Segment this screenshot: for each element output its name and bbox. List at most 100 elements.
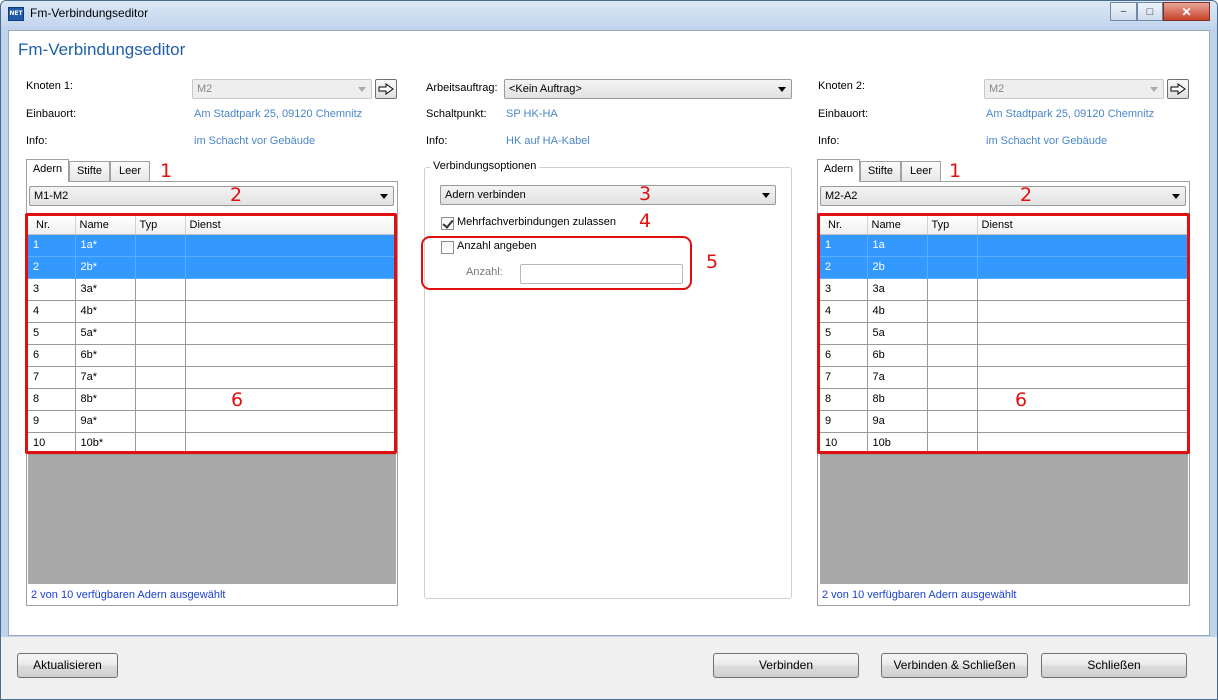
table-row[interactable]: 5 5a (820, 322, 1188, 345)
maximize-button[interactable]: □ (1137, 2, 1163, 21)
info-mid-value[interactable]: HK auf HA-Kabel (506, 135, 590, 147)
cell-nr: 8 (820, 388, 868, 411)
table-row[interactable]: 10 10b (820, 432, 1188, 455)
cell-typ (135, 322, 186, 345)
cell-dienst (185, 322, 396, 345)
table-row[interactable]: 10 10b* (28, 432, 396, 455)
table-row[interactable]: 4 4b* (28, 300, 396, 323)
table-row[interactable]: 4 4b (820, 300, 1188, 323)
table-row[interactable]: 9 9a (820, 410, 1188, 433)
knoten1-value: M2 (197, 83, 213, 95)
info2-value[interactable]: im Schacht vor Gebäude (986, 135, 1107, 147)
schliessen-button[interactable]: Schließen (1041, 653, 1187, 678)
cell-typ (927, 234, 978, 257)
annotation-5: 5 (706, 251, 719, 273)
schaltpunkt-value[interactable]: SP HK-HA (506, 108, 558, 120)
cell-dienst (977, 366, 1188, 389)
title-bar[interactable]: NET Fm-Verbindungseditor – □ ✕ (1, 1, 1217, 27)
close-button[interactable]: ✕ (1163, 2, 1210, 21)
mehrfach-checkbox[interactable] (441, 217, 454, 230)
table-row[interactable]: 6 6b (820, 344, 1188, 367)
left-cable-select[interactable]: M1-M2 (29, 186, 394, 206)
table-row[interactable]: 7 7a* (28, 366, 396, 389)
col-typ[interactable]: Typ (927, 216, 978, 235)
right-cable-value: M2-A2 (825, 190, 858, 202)
table-row[interactable]: 5 5a* (28, 322, 396, 345)
cell-name: 8b* (75, 388, 136, 411)
col-nr[interactable]: Nr. (28, 216, 76, 235)
cell-dienst (977, 322, 1188, 345)
tab-leer[interactable]: Leer (901, 161, 941, 181)
table-row[interactable]: 1 1a* (28, 234, 396, 257)
cell-nr: 2 (28, 256, 76, 279)
chevron-down-icon (380, 194, 388, 199)
knoten1-select[interactable]: M2 (192, 79, 372, 99)
anzahl-angeben-label[interactable]: Anzahl angeben (457, 240, 537, 252)
col-dienst[interactable]: Dienst (977, 216, 1188, 235)
verbinden-button[interactable]: Verbinden (713, 653, 859, 678)
table-row[interactable]: 9 9a* (28, 410, 396, 433)
tab-adern[interactable]: Adern (26, 159, 69, 182)
knoten1-navigate-button[interactable] (375, 79, 397, 99)
table-row[interactable]: 6 6b* (28, 344, 396, 367)
knoten2-navigate-button[interactable] (1167, 79, 1189, 99)
arbeitsauftrag-select[interactable]: <Kein Auftrag> (504, 79, 792, 99)
cell-nr: 5 (820, 322, 868, 345)
col-name[interactable]: Name (867, 216, 928, 235)
cell-name: 10b (867, 432, 928, 455)
anzahl-input[interactable] (520, 264, 683, 284)
info1-value[interactable]: im Schacht vor Gebäude (194, 135, 315, 147)
cell-dienst (977, 300, 1188, 323)
annotation-6-left: 6 (231, 389, 244, 411)
table-row[interactable]: 2 2b (820, 256, 1188, 279)
col-typ[interactable]: Typ (135, 216, 186, 235)
cell-name: 1a (867, 234, 928, 257)
cell-typ (927, 322, 978, 345)
page-title: Fm-Verbindungseditor (18, 40, 186, 59)
cell-nr: 10 (28, 432, 76, 455)
left-cable-value: M1-M2 (34, 190, 69, 202)
chevron-down-icon (358, 87, 366, 92)
schaltpunkt-label: Schaltpunkt: (426, 108, 487, 120)
maximize-icon: □ (1146, 5, 1154, 18)
tab-stifte[interactable]: Stifte (860, 161, 901, 181)
connection-mode-select[interactable]: Adern verbinden (440, 185, 776, 205)
tab-stifte[interactable]: Stifte (69, 161, 110, 181)
table-row[interactable]: 8 8b* (28, 388, 396, 411)
einbauort1-value[interactable]: Am Stadtpark 25, 09120 Chemnitz (194, 108, 362, 120)
cell-typ (135, 388, 186, 411)
table-row[interactable]: 2 2b* (28, 256, 396, 279)
knoten2-value: M2 (989, 83, 1005, 95)
cell-name: 7a* (75, 366, 136, 389)
aktualisieren-button[interactable]: Aktualisieren (17, 653, 118, 678)
chevron-down-icon (762, 193, 770, 198)
cell-nr: 3 (820, 278, 868, 301)
tab-adern[interactable]: Adern (817, 159, 860, 182)
table-row[interactable]: 3 3a* (28, 278, 396, 301)
cell-name: 5a (867, 322, 928, 345)
col-nr[interactable]: Nr. (820, 216, 868, 235)
table-row[interactable]: 8 8b (820, 388, 1188, 411)
table-row[interactable]: 3 3a (820, 278, 1188, 301)
col-dienst[interactable]: Dienst (185, 216, 396, 235)
einbauort2-value[interactable]: Am Stadtpark 25, 09120 Chemnitz (986, 108, 1154, 120)
cell-name: 9a (867, 410, 928, 433)
anzahl-label: Anzahl: (466, 266, 503, 278)
right-cable-select[interactable]: M2-A2 (820, 186, 1186, 206)
knoten2-select[interactable]: M2 (984, 79, 1164, 99)
arrow-right-icon (378, 83, 394, 95)
cell-dienst (185, 344, 396, 367)
tab-leer[interactable]: Leer (110, 161, 150, 181)
table-row[interactable]: 7 7a (820, 366, 1188, 389)
cell-dienst (977, 432, 1188, 455)
cell-nr: 3 (28, 278, 76, 301)
verbinden-schliessen-button[interactable]: Verbinden & Schließen (881, 653, 1028, 678)
table-row[interactable]: 1 1a (820, 234, 1188, 257)
col-name[interactable]: Name (75, 216, 136, 235)
minimize-button[interactable]: – (1110, 2, 1137, 21)
cell-nr: 6 (820, 344, 868, 367)
arrow-right-icon (1170, 83, 1186, 95)
cell-typ (135, 366, 186, 389)
anzahl-angeben-checkbox[interactable] (441, 241, 454, 254)
mehrfach-label[interactable]: Mehrfachverbindungen zulassen (457, 216, 616, 228)
